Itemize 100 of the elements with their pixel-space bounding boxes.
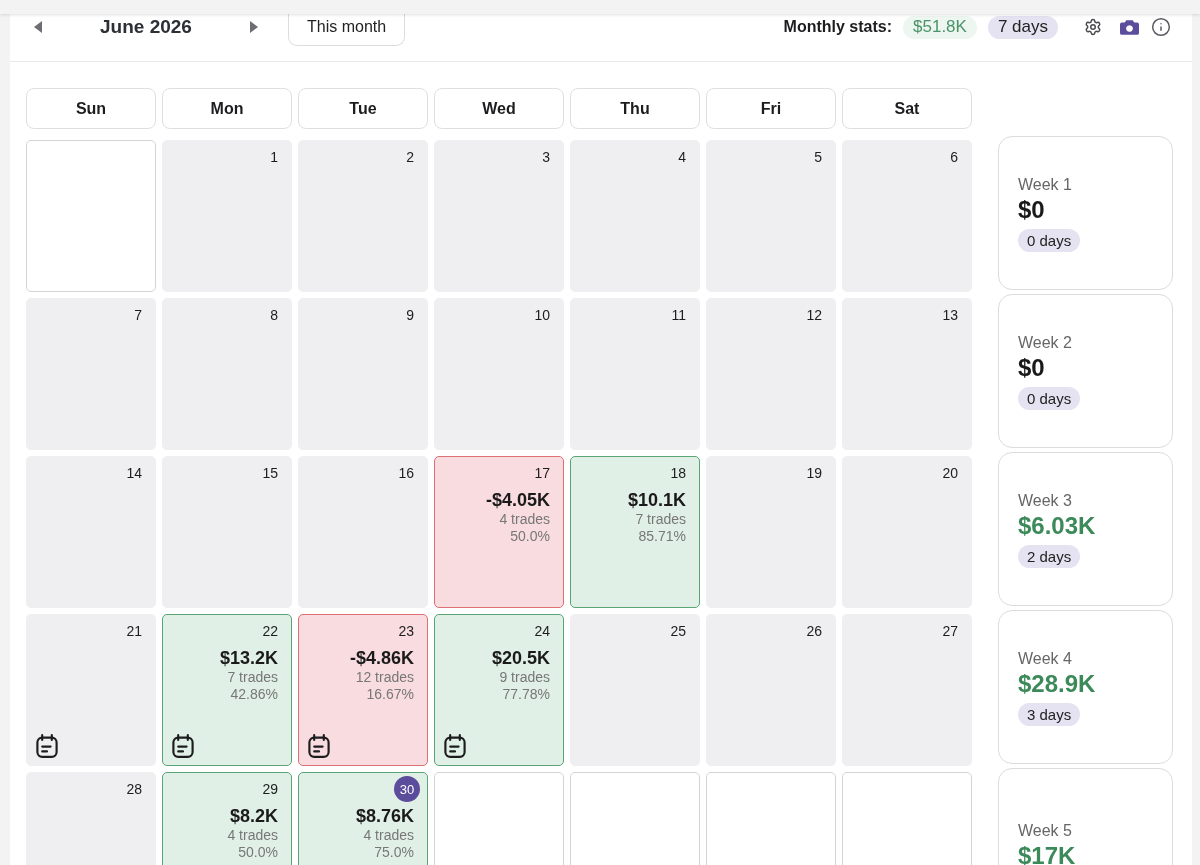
month-title: June 2026 <box>99 15 193 39</box>
trade-count: 12 trades <box>355 669 414 686</box>
day-pnl: -$4.86K <box>349 647 414 669</box>
trade-count: 7 trades <box>227 669 278 686</box>
day-cell[interactable]: 15 <box>162 456 292 608</box>
date-number: 14 <box>126 464 142 483</box>
trade-count: 9 trades <box>499 669 550 686</box>
date-number: 19 <box>806 464 822 483</box>
day-pnl: $10.1K <box>627 489 686 511</box>
win-rate: 77.78% <box>502 686 550 703</box>
date-number: 9 <box>406 306 414 325</box>
day-cell[interactable]: 3 <box>434 140 564 292</box>
day-cell[interactable]: 4 <box>570 140 700 292</box>
day-cell[interactable]: 26 <box>706 614 836 766</box>
week-pnl: $17K <box>1018 840 1076 865</box>
day-cell[interactable]: 20 <box>842 456 972 608</box>
date-number: 3 <box>542 148 550 167</box>
week-label: Week 2 <box>1018 332 1072 353</box>
date-number: 6 <box>950 148 958 167</box>
day-cell[interactable]: 13 <box>842 298 972 450</box>
weekday-header: Fri <box>706 88 836 129</box>
this-month-button[interactable]: This month <box>288 14 406 46</box>
win-rate: 50.0% <box>238 844 278 861</box>
date-number: 4 <box>678 148 686 167</box>
profit-day-cell[interactable]: 29 $8.2K 4 trades 50.0% <box>162 772 292 865</box>
day-cell[interactable]: 28 <box>26 772 156 865</box>
date-number: 24 <box>534 622 550 641</box>
date-number: 17 <box>534 464 550 483</box>
date-number: 18 <box>670 464 686 483</box>
trade-count: 7 trades <box>635 511 686 528</box>
day-cell[interactable]: 19 <box>706 456 836 608</box>
date-number: 12 <box>806 306 822 325</box>
date-number: 25 <box>670 622 686 641</box>
loss-day-cell[interactable]: 23 -$4.86K 12 trades 16.67% <box>298 614 428 766</box>
day-cell[interactable]: 14 <box>26 456 156 608</box>
monthly-pnl-pill: $51.8K <box>903 15 977 39</box>
day-cell[interactable]: 11 <box>570 298 700 450</box>
day-cell[interactable]: 25 <box>570 614 700 766</box>
day-cell[interactable]: 16 <box>298 456 428 608</box>
date-number: 7 <box>134 306 142 325</box>
week-pnl: $0 <box>1018 352 1045 382</box>
info-icon[interactable] <box>1151 17 1171 37</box>
date-number: 16 <box>398 464 414 483</box>
day-cell[interactable]: 10 <box>434 298 564 450</box>
monthly-days-pill: 7 days <box>987 15 1058 39</box>
caret-right-icon <box>250 21 258 33</box>
date-number: 26 <box>806 622 822 641</box>
profit-day-cell[interactable]: 22 $13.2K 7 trades 42.86% <box>162 614 292 766</box>
day-cell[interactable]: 8 <box>162 298 292 450</box>
week-pnl: $0 <box>1018 194 1045 224</box>
date-number: 23 <box>398 622 414 641</box>
day-cell[interactable]: 12 <box>706 298 836 450</box>
date-number: 2 <box>406 148 414 167</box>
date-number: 27 <box>942 622 958 641</box>
weekday-header: Mon <box>162 88 292 129</box>
day-cell[interactable]: 5 <box>706 140 836 292</box>
camera-icon[interactable] <box>1120 19 1139 35</box>
monthly-stats-label: Monthly stats: <box>783 18 892 36</box>
notepad-icon[interactable] <box>308 734 330 758</box>
day-cell[interactable]: 7 <box>26 298 156 450</box>
notepad-icon[interactable] <box>172 734 194 758</box>
day-cell[interactable]: 27 <box>842 614 972 766</box>
date-number: 21 <box>126 622 142 641</box>
notepad-icon[interactable] <box>36 734 58 758</box>
notepad-icon[interactable] <box>444 734 466 758</box>
week-days-pill: 0 days <box>1018 228 1081 252</box>
trade-count: 4 trades <box>227 827 278 844</box>
loss-day-cell[interactable]: 17 -$4.05K 4 trades 50.0% <box>434 456 564 608</box>
win-rate: 85.71% <box>638 528 686 545</box>
day-pnl: -$4.05K <box>485 489 550 511</box>
day-cell[interactable]: 9 <box>298 298 428 450</box>
profit-day-cell[interactable]: 30 $8.76K 4 trades 75.0% <box>298 772 428 865</box>
win-rate: 16.67% <box>366 686 414 703</box>
week-label: Week 5 <box>1018 820 1072 841</box>
day-pnl: $13.2K <box>219 647 278 669</box>
week-days-pill: 0 days <box>1018 386 1081 410</box>
date-number: 20 <box>942 464 958 483</box>
date-number: 11 <box>671 306 686 325</box>
day-cell[interactable]: 1 <box>162 140 292 292</box>
date-number: 15 <box>262 464 278 483</box>
weekday-header: Sun <box>26 88 156 129</box>
date-number: 5 <box>814 148 822 167</box>
day-pnl: $8.2K <box>229 805 278 827</box>
day-cell[interactable]: 2 <box>298 140 428 292</box>
today-date-badge: 30 <box>394 776 420 802</box>
win-rate: 75.0% <box>374 844 414 861</box>
day-cell[interactable]: 6 <box>842 140 972 292</box>
settings-icon[interactable] <box>1084 18 1102 36</box>
trade-count: 4 trades <box>499 511 550 528</box>
day-pnl: $8.76K <box>355 805 414 827</box>
trade-count: 4 trades <box>363 827 414 844</box>
day-pnl: $20.5K <box>491 647 550 669</box>
date-number: 1 <box>270 148 278 167</box>
profit-day-cell[interactable]: 24 $20.5K 9 trades 77.78% <box>434 614 564 766</box>
date-number: 22 <box>262 622 278 641</box>
week-label: Week 1 <box>1018 174 1072 195</box>
profit-day-cell[interactable]: 18 $10.1K 7 trades 85.71% <box>570 456 700 608</box>
day-cell[interactable]: 21 <box>26 614 156 766</box>
week-label: Week 4 <box>1018 648 1072 669</box>
week-label: Week 3 <box>1018 490 1072 511</box>
